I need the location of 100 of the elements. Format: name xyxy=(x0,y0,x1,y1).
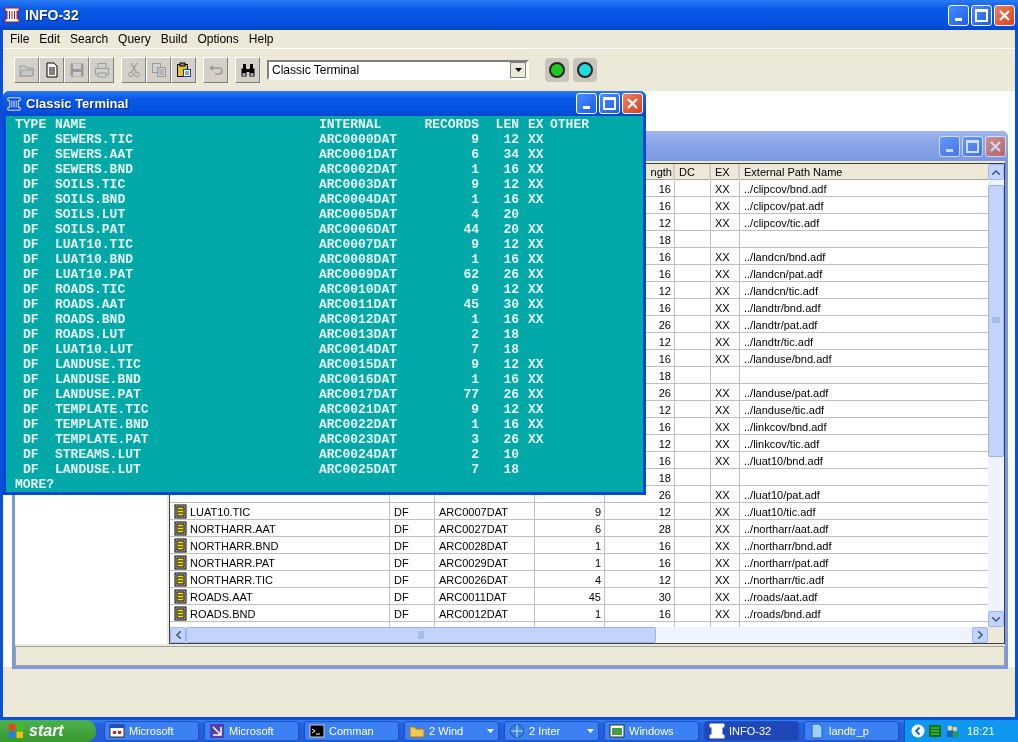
column-header: OTHER xyxy=(550,117,590,132)
terminal-text: DF xyxy=(22,372,40,387)
column-header: NAME xyxy=(55,117,88,132)
taskbar-item[interactable]: landtr_p xyxy=(804,721,899,741)
window-title: INFO-32 xyxy=(25,7,80,23)
scroll-left-button[interactable] xyxy=(170,627,186,643)
vertical-scrollbar[interactable] xyxy=(988,164,1004,627)
table-cell-text: XX xyxy=(714,215,731,231)
scroll-down-button[interactable] xyxy=(988,611,1004,627)
menu-item[interactable]: Edit xyxy=(34,31,66,47)
scissors-icon xyxy=(125,62,142,78)
minimize-icon xyxy=(583,106,590,109)
table-cell-text: 16 xyxy=(657,419,672,435)
minimize-button[interactable] xyxy=(948,4,969,26)
maximize-button[interactable] xyxy=(971,4,992,26)
terminal-text: LUAT10.PAT xyxy=(55,267,134,282)
table-cell-text: ../landtr/bnd.adf xyxy=(743,300,822,316)
table-cell-text: XX xyxy=(714,402,731,418)
terminal-text: 12 xyxy=(502,282,519,297)
terminal-text: 10 xyxy=(502,447,519,462)
menu-item[interactable]: Search xyxy=(65,31,114,47)
window-icon xyxy=(609,723,625,739)
maximize-button[interactable] xyxy=(599,93,620,114)
toolbar-button[interactable] xyxy=(171,57,196,83)
taskbar-item[interactable]: Comman xyxy=(304,721,399,741)
close-button[interactable] xyxy=(994,4,1015,26)
scroll-right-button[interactable] xyxy=(972,627,988,643)
taskbar-item[interactable]: Microsoft xyxy=(104,721,199,741)
undo-icon xyxy=(207,62,224,78)
terminal-text: 9 xyxy=(470,177,479,192)
menu-item[interactable]: Build xyxy=(155,31,193,47)
table-cell-text: XX xyxy=(714,317,731,333)
minimize-icon xyxy=(946,148,953,152)
taskbar-item[interactable]: Microsoft xyxy=(204,721,299,741)
table-cell-text: ../luat10/bnd.adf xyxy=(743,453,824,469)
terminal-text: TEMPLATE.BND xyxy=(55,417,150,432)
terminal-text: 26 xyxy=(502,387,519,402)
menu-item[interactable]: Help xyxy=(243,31,279,47)
terminal-text: DF xyxy=(22,237,40,252)
table-cell-text: XX xyxy=(714,555,731,571)
terminal-text: 9 xyxy=(470,282,479,297)
people-icon[interactable] xyxy=(945,724,959,738)
table-cell-text: ../roads/aat.adf xyxy=(743,589,819,605)
terminal-text: XX xyxy=(527,282,545,297)
caret-icon xyxy=(992,616,1000,622)
column-header[interactable]: EX xyxy=(711,164,740,180)
table-cell-text: DF xyxy=(393,606,410,622)
terminal-text: ARC0009DAT xyxy=(319,267,398,282)
close-button[interactable] xyxy=(985,135,1006,157)
table-cell-text: XX xyxy=(714,453,731,469)
table-cell-text: ARC0029DAT xyxy=(438,555,509,571)
terminal-text: TEMPLATE.PAT xyxy=(55,432,150,447)
table-cell-text: ../clipcov/tic.adf xyxy=(743,215,821,231)
close-icon xyxy=(626,97,639,110)
table-cell-text: ../clipcov/pat.adf xyxy=(743,198,825,214)
terminal-text: ROADS.BND xyxy=(55,312,127,327)
terminal-text: ARC0004DAT xyxy=(319,192,398,207)
taskbar-item[interactable]: Windows xyxy=(604,721,699,741)
menu-item[interactable]: File xyxy=(5,31,35,47)
file-icon xyxy=(174,572,188,587)
maximize-button[interactable] xyxy=(962,135,983,157)
terminal-text: ARC0024DAT xyxy=(319,447,398,462)
terminal-text: 16 xyxy=(502,417,519,432)
taskbar-item[interactable]: 2 Wind xyxy=(404,721,499,741)
horizontal-scrollbar[interactable] xyxy=(170,627,988,643)
minimize-button[interactable] xyxy=(939,135,960,157)
menu-item[interactable]: Query xyxy=(113,31,156,47)
file-icon xyxy=(174,606,188,621)
table-cell-text: 16 xyxy=(657,266,672,282)
scroll-thumb[interactable] xyxy=(988,184,1004,457)
menu-item[interactable]: Options xyxy=(192,31,244,47)
terminal-text: SEWERS.AAT xyxy=(55,147,134,162)
terminal-text: XX xyxy=(527,357,545,372)
view-dropdown[interactable]: Classic Terminal xyxy=(267,60,529,80)
table-cell-text: XX xyxy=(714,487,731,503)
toolbar-button[interactable] xyxy=(235,57,260,83)
terminal-text: SEWERS.TIC xyxy=(55,132,134,147)
terminal-text: DF xyxy=(22,432,40,447)
scroll-up-button[interactable] xyxy=(988,164,1004,180)
terminal-text: 16 xyxy=(502,312,519,327)
terminal-text: STREAMS.LUT xyxy=(55,447,142,462)
table-cell-text: XX xyxy=(714,266,731,282)
terminal-text: DF xyxy=(22,207,40,222)
column-header[interactable]: ngth xyxy=(649,164,675,180)
terminal-text: LUAT10.BND xyxy=(55,252,134,267)
terminal-text: 77 xyxy=(462,387,479,402)
column-header[interactable]: DC xyxy=(675,164,711,180)
terminal-text: DF xyxy=(22,357,40,372)
scroll-thumb[interactable] xyxy=(186,627,656,643)
minimize-button[interactable] xyxy=(576,93,597,114)
terminal-text: XX xyxy=(527,132,545,147)
table-cell-text: 9 xyxy=(593,504,602,520)
table-cell-text: DF xyxy=(393,572,410,588)
close-button[interactable] xyxy=(622,93,643,114)
table-cell-text: 16 xyxy=(657,249,672,265)
taskbar-item[interactable]: 2 Inter xyxy=(504,721,599,741)
table-cell-text: XX xyxy=(714,436,731,452)
table-cell-text: 16 xyxy=(657,198,672,214)
taskbar-item[interactable]: INFO-32 xyxy=(704,721,799,741)
table-cell: LUAT10.TIC xyxy=(170,503,390,520)
